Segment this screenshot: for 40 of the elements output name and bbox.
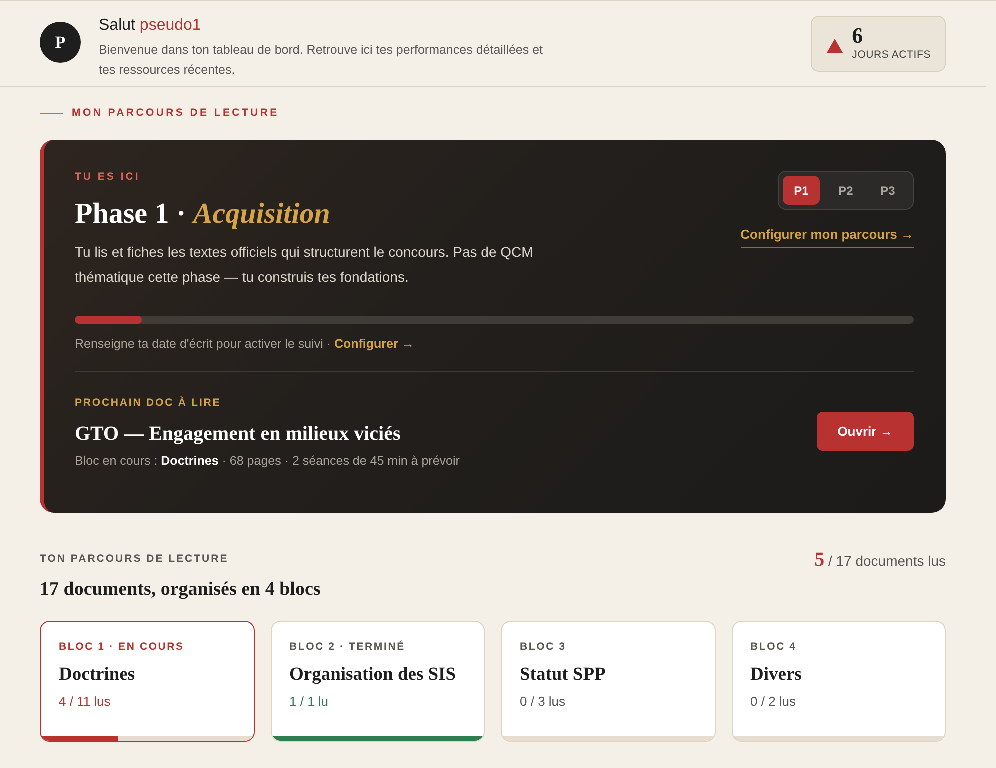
document-title: GTO — Engagement en milieux viciés <box>75 422 402 446</box>
phase-title: Phase 1 · Acquisition <box>75 197 332 231</box>
avatar: P <box>40 22 81 63</box>
next-doc-label: PROCHAIN DOC À LIRE <box>75 396 222 410</box>
block-title: Organisation des SIS <box>290 664 458 686</box>
block-card[interactable]: BLOC 1 · EN COURS Doctrines 4 / 11 lus <box>40 621 254 742</box>
block-count: 0 / 3 lus <box>520 694 567 709</box>
configure-path-link[interactable]: Configurer mon parcours → <box>740 227 914 248</box>
greeting-text: Salut <box>99 17 136 34</box>
block-title: Doctrines <box>59 664 136 686</box>
block-count: 1 / 1 lu <box>290 694 330 709</box>
block-label: BLOC 3 <box>520 640 568 654</box>
configure-link[interactable]: Configurer → <box>334 337 414 351</box>
block-card[interactable]: BLOC 2 · TERMINÉ Organisation des SIS 1 / 1 lu <box>270 621 485 742</box>
block-card[interactable]: BLOC 4 Divers 0 / 2 lus <box>732 621 946 742</box>
block-title: Divers <box>750 664 803 686</box>
tracking-hint: Renseigne ta date d'écrit pour activer le suivi · Configurer → <box>75 336 416 353</box>
block-label: BLOC 1 · EN COURS <box>59 640 186 654</box>
welcome-text: Bienvenue dans ton tableau de bord. Retrouve ici tes performances détaillées et tes ressources récentes. <box>99 42 544 79</box>
streak-count: 6 <box>852 26 864 46</box>
username: pseudo1 <box>140 17 202 34</box>
block-count: 0 / 2 lus <box>750 694 798 709</box>
path-label: TON PARCOURS DE LECTURE <box>40 552 230 566</box>
document-details: Bloc en cours : Doctrines · 68 pages · 2 séances de 45 min à prévoir <box>75 453 460 470</box>
documents-read-count: 5 / 17 documents lus <box>814 549 946 572</box>
block-title: Statut SPP <box>520 664 607 686</box>
phase-description: Tu lis et fiches les textes officiels qui structurent le concours. Pas de QCM thématique cette phase — tu construis tes fondations. <box>75 243 534 287</box>
phase-tab[interactable]: P1 <box>783 176 820 205</box>
triangle-icon <box>827 39 844 53</box>
block-card[interactable]: BLOC 3 Statut SPP 0 / 3 lus <box>501 621 716 742</box>
phase-tab[interactable]: P3 <box>867 176 909 205</box>
open-button[interactable]: Ouvrir → <box>817 412 914 451</box>
streak-label: JOURS ACTIFS <box>852 48 931 62</box>
block-label: BLOC 2 · TERMINÉ <box>290 640 406 654</box>
section-title: MON PARCOURS DE LECTURE <box>72 107 280 119</box>
block-label: BLOC 4 <box>750 640 798 654</box>
phase-tab[interactable]: P2 <box>825 176 867 205</box>
eyebrow-label: TU ES ICI <box>75 170 142 184</box>
path-title: 17 documents, organisés en 4 blocs <box>40 579 321 601</box>
block-count: 4 / 11 lus <box>59 694 112 709</box>
